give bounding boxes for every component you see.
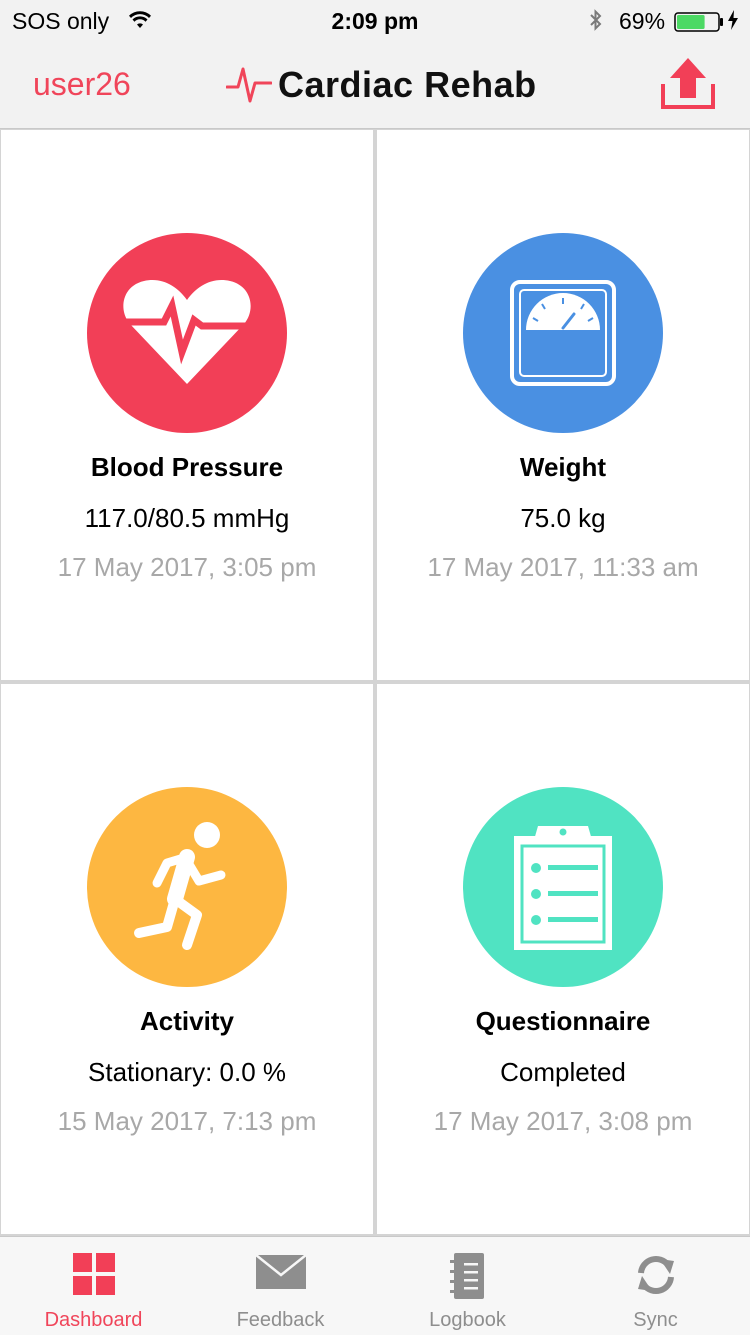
notebook-icon (449, 1253, 486, 1304)
tab-label: Logbook (429, 1309, 506, 1331)
tab-label: Feedback (236, 1309, 325, 1331)
blood-pressure-icon-circle (87, 233, 287, 433)
tile-timestamp: 17 May 2017, 3:05 pm (57, 552, 317, 582)
dashboard-grid: Blood Pressure 117.0/80.5 mmHg 17 May 20… (0, 129, 750, 1235)
app-title: Cardiac Rehab (225, 60, 537, 110)
tile-title: Blood Pressure (90, 452, 284, 482)
bluetooth-icon (588, 8, 604, 38)
status-bar: SOS only 2:09 pm 69% (0, 0, 750, 40)
user-name[interactable]: user26 (33, 66, 131, 103)
nav-bar: user26 Cardiac Rehab (0, 40, 750, 129)
tab-dashboard[interactable]: Dashboard (0, 1237, 187, 1335)
tile-title: Questionnaire (475, 1006, 651, 1036)
weight-icon-circle (463, 233, 663, 433)
envelope-icon (254, 1253, 307, 1296)
questionnaire-tile[interactable]: Questionnaire Completed 17 May 2017, 3:0… (377, 684, 749, 1234)
charging-icon (727, 9, 739, 37)
tab-sync[interactable]: Sync (561, 1237, 750, 1335)
scale-icon (510, 280, 616, 386)
questionnaire-icon-circle (463, 787, 663, 987)
blood-pressure-tile[interactable]: Blood Pressure 117.0/80.5 mmHg 17 May 20… (1, 130, 373, 680)
tile-value: 117.0/80.5 mmHg (84, 503, 290, 533)
tile-value: Completed (500, 1057, 626, 1087)
heartbeat-logo-icon (225, 61, 273, 110)
battery-percent: 69% (619, 8, 666, 34)
heart-pulse-icon (123, 280, 251, 384)
tile-timestamp: 17 May 2017, 11:33 am (427, 552, 699, 582)
tile-value: Stationary: 0.0 % (88, 1057, 286, 1087)
app-title-text: Cardiac Rehab (278, 64, 537, 105)
activity-tile[interactable]: Activity Stationary: 0.0 % 15 May 2017, … (1, 684, 373, 1234)
tile-title: Activity (140, 1006, 234, 1036)
activity-icon-circle (87, 787, 287, 987)
tile-timestamp: 15 May 2017, 7:13 pm (57, 1106, 317, 1136)
tile-timestamp: 17 May 2017, 3:08 pm (433, 1106, 693, 1136)
sync-icon (634, 1253, 678, 1302)
tab-label: Dashboard (44, 1309, 143, 1331)
tab-logbook[interactable]: Logbook (374, 1237, 561, 1335)
tile-value: 75.0 kg (520, 503, 606, 533)
battery-icon (674, 11, 724, 38)
clipboard-icon (514, 826, 612, 950)
tab-feedback[interactable]: Feedback (187, 1237, 374, 1335)
upload-button[interactable] (660, 56, 716, 115)
tab-bar: Dashboard Feedback Logbook Sync (0, 1236, 750, 1335)
weight-tile[interactable]: Weight 75.0 kg 17 May 2017, 11:33 am (377, 130, 749, 680)
running-person-icon (134, 822, 226, 950)
tile-title: Weight (519, 452, 607, 482)
upload-icon (661, 58, 715, 109)
grid-icon (72, 1253, 115, 1300)
tab-label: Sync (633, 1309, 678, 1331)
